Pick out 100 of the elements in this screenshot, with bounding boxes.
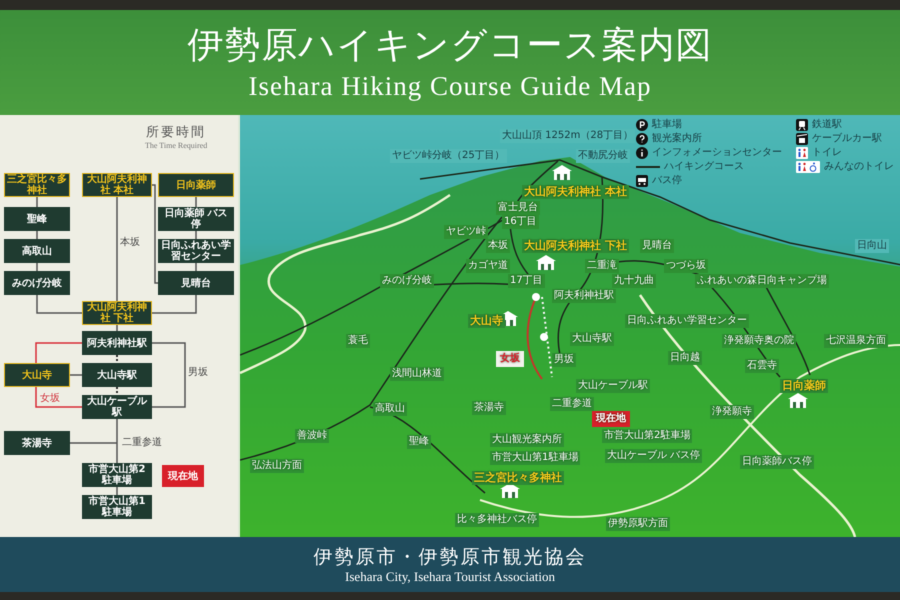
place-label: 大山ケーブル駅	[576, 379, 650, 393]
place-label: 弘法山方面	[250, 459, 304, 473]
route-node: 三之宮比々多神社	[4, 173, 70, 197]
place-label: 大山山頂 1252m（28丁目）	[500, 129, 636, 143]
line-sample-icon	[636, 165, 660, 169]
place-label: ヤビツ峠分岐（25丁目）	[390, 149, 507, 163]
place-label: 大山寺駅	[570, 332, 614, 346]
route-line	[70, 374, 82, 376]
place-label: 浄発願寺奥の院	[722, 334, 796, 348]
legend-label: インフォメーションセンター	[652, 147, 782, 159]
landmark-label: 日向薬師	[780, 379, 828, 393]
map-subtitle: Isehara Hiking Course Guide Map	[248, 70, 652, 102]
route-node: みのげ分岐	[4, 271, 70, 295]
route-node: 市営大山第2駐車場	[82, 463, 152, 487]
toilet-icon	[796, 147, 808, 159]
place-label: 二重参道	[550, 397, 594, 411]
route-node: 大山阿夫利神社 本社	[82, 173, 152, 197]
route-line	[35, 342, 82, 363]
place-label: カゴヤ道	[466, 259, 510, 273]
current-location-badge: 現在地	[592, 411, 630, 427]
trail-label: 二重参道	[122, 436, 162, 449]
trail-label: 女坂	[40, 392, 60, 405]
place-label: 浅間山林道	[390, 367, 444, 381]
route-node: 大山阿夫利神社 下社	[82, 301, 152, 325]
place-label: 日向越	[668, 351, 702, 365]
route-node: 市営大山第1駐車場	[82, 495, 152, 519]
landmark-label: 大山阿夫利神社 下社	[522, 239, 629, 253]
place-label: 本坂	[486, 239, 510, 253]
place-label: 市営大山第1駐車場	[490, 451, 580, 465]
place-label: 大山観光案内所	[490, 433, 564, 447]
landmark-label: 三之宮比々多神社	[472, 471, 564, 485]
route-node: 日向ふれあい学習センター	[158, 239, 234, 263]
organization-subtitle: Isehara City, Isehara Tourist Association	[345, 568, 555, 584]
route-line	[195, 231, 197, 239]
trail-label: 女坂	[496, 351, 524, 367]
route-line	[116, 487, 118, 495]
place-label: 茶湯寺	[472, 401, 506, 415]
place-label: 男坂	[552, 353, 576, 367]
route-node: 大山寺	[4, 363, 70, 387]
place-label: 日向山	[855, 239, 889, 253]
place-label: 聖峰	[407, 435, 431, 449]
legend-label: 観光案内所	[652, 133, 702, 145]
cable-line	[116, 387, 118, 395]
legend-label: バス停	[652, 175, 682, 187]
info-icon	[636, 147, 648, 159]
place-label: 市営大山第2駐車場	[602, 429, 692, 443]
route-line	[195, 263, 197, 271]
place-label: 二重滝	[585, 259, 619, 273]
place-label: 高取山	[373, 402, 407, 416]
place-label: 不動尻分岐	[576, 149, 630, 163]
place-label: 17丁目	[508, 274, 545, 288]
route-line	[152, 342, 186, 408]
route-node: 日向薬師	[158, 173, 234, 197]
place-label: 九十九曲	[612, 274, 656, 288]
landmark-label: 大山阿夫利神社 本社	[522, 185, 629, 199]
route-line	[36, 231, 38, 239]
route-line	[35, 387, 82, 408]
landmark-label: 大山寺	[468, 314, 505, 328]
legend-label: 鉄道駅	[812, 119, 842, 131]
route-node: 阿夫利神社駅	[82, 331, 152, 355]
route-line	[152, 295, 197, 314]
place-label: 比々多神社バス停	[455, 513, 539, 527]
route-node: 大山寺駅	[82, 363, 152, 387]
trail-label: 本坂	[120, 236, 140, 249]
panel-title: 所要時間	[146, 124, 206, 141]
route-line	[36, 197, 38, 207]
legend-label: トイレ	[812, 147, 842, 159]
current-location-badge: 現在地	[162, 465, 204, 487]
question-icon	[636, 133, 648, 145]
station-marker	[540, 333, 548, 341]
route-node: 大山ケーブル駅	[82, 395, 152, 419]
place-label: 石雲寺	[745, 359, 779, 373]
route-node: 聖峰	[4, 207, 70, 231]
map-title: 伊勢原ハイキングコース案内図	[188, 24, 712, 68]
trail-label: 男坂	[188, 366, 208, 379]
bus-icon	[636, 175, 648, 187]
organization-name: 伊勢原市・伊勢原市観光協会	[314, 544, 586, 568]
place-label: 16丁目	[502, 215, 539, 229]
place-label: 日向薬師バス停	[740, 455, 814, 469]
legend-label: ハイキングコース	[664, 161, 744, 173]
route-line	[116, 325, 118, 331]
train-icon	[796, 119, 808, 131]
place-label: 善波峠	[295, 429, 329, 443]
place-label: 阿夫利神社駅	[552, 289, 616, 303]
route-line	[36, 295, 82, 314]
route-node: 日向薬師 バス停	[158, 207, 234, 231]
place-label: 七沢温泉方面	[824, 334, 888, 348]
route-node: 茶湯寺	[4, 431, 70, 455]
parking-icon	[636, 119, 648, 131]
place-label: ヤビツ峠	[444, 225, 488, 239]
route-line	[195, 197, 197, 207]
legend-label: ケーブルカー駅	[812, 133, 882, 145]
place-label: 蓑毛	[346, 334, 370, 348]
place-label: 見晴台	[640, 239, 674, 253]
cable-line	[116, 355, 118, 363]
cable-car-icon	[796, 133, 808, 145]
place-label: みのげ分岐	[380, 274, 434, 288]
place-label: 伊勢原駅方面	[606, 517, 670, 531]
place-label: 富士見台	[496, 201, 540, 215]
panel-subtitle: The Time Required	[145, 141, 208, 150]
